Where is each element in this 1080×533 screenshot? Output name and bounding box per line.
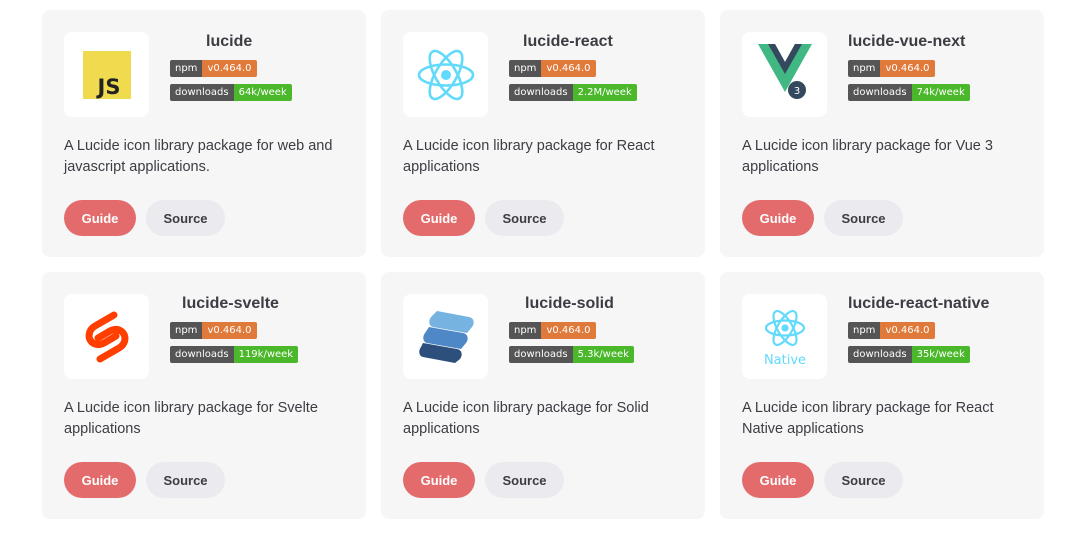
svg-text:3: 3 [793, 86, 799, 97]
package-description: A Lucide icon library package for Solid … [403, 400, 649, 437]
package-card-lucide-react-native: Native lucide-react-native npm v0.464.0 d… [720, 272, 1044, 519]
package-logo [64, 294, 149, 379]
svg-text:Native: Native [763, 353, 805, 368]
package-card-lucide-vue-next: 3 lucide-vue-next npm v0.464.0 downloads 7… [720, 10, 1044, 257]
svelte-logo-icon [85, 311, 128, 362]
package-logo [403, 294, 488, 379]
solid-logo-icon [418, 310, 474, 363]
npm-version-badge[interactable]: npm v0.464.0 [848, 60, 935, 77]
downloads-badge[interactable]: downloads 74k/week [848, 84, 970, 101]
source-button[interactable]: Source [146, 462, 225, 498]
package-logo: Native [742, 294, 827, 379]
package-card-lucide-svelte: lucide-svelte npm v0.464.0 downloads 119k/… [42, 272, 366, 519]
package-name: lucide [206, 33, 253, 50]
package-name: lucide-react [523, 33, 613, 50]
package-card-lucide-react: lucide-react npm v0.464.0 downloads 2.2M/w… [381, 10, 705, 257]
package-description: A Lucide icon library package for React … [403, 138, 655, 175]
guide-button[interactable]: Guide [742, 200, 814, 236]
downloads-badge[interactable]: downloads 2.2M/week [509, 84, 637, 101]
package-card-lucide-solid: lucide-solid npm v0.464.0 downloads 5.3k/w… [381, 272, 705, 519]
npm-version-badge[interactable]: npm v0.464.0 [170, 60, 257, 77]
package-description: A Lucide icon library package for Svelte… [64, 400, 318, 437]
react-logo-icon [417, 49, 474, 100]
source-button[interactable]: Source [146, 200, 225, 236]
package-logo: JS [64, 32, 149, 117]
npm-version-badge[interactable]: npm v0.464.0 [509, 60, 596, 77]
package-name: lucide-svelte [182, 295, 279, 312]
package-grid: JS lucide npm v0.464.0 downloads 64k/week … [42, 10, 1044, 519]
guide-button[interactable]: Guide [742, 462, 814, 498]
package-name: lucide-react-native [848, 295, 990, 312]
npm-version-badge[interactable]: npm v0.464.0 [509, 322, 596, 339]
package-logo: 3 [742, 32, 827, 117]
npm-version-badge[interactable]: npm v0.464.0 [848, 322, 935, 339]
guide-button[interactable]: Guide [403, 200, 475, 236]
source-button[interactable]: Source [485, 462, 564, 498]
package-card-lucide: JS lucide npm v0.464.0 downloads 64k/week … [42, 10, 366, 257]
downloads-badge[interactable]: downloads 35k/week [848, 346, 970, 363]
package-description: A Lucide icon library package for React … [742, 400, 994, 437]
vue-logo-icon: 3 [757, 43, 812, 99]
source-button[interactable]: Source [485, 200, 564, 236]
guide-button[interactable]: Guide [64, 462, 136, 498]
downloads-badge[interactable]: downloads 119k/week [170, 346, 299, 363]
package-name: lucide-vue-next [848, 33, 966, 50]
svg-text:JS: JS [95, 75, 120, 99]
npm-version-badge[interactable]: npm v0.464.0 [170, 322, 257, 339]
javascript-logo-icon: JS [82, 50, 131, 99]
guide-button[interactable]: Guide [64, 200, 136, 236]
source-button[interactable]: Source [824, 462, 903, 498]
package-name: lucide-solid [525, 295, 614, 312]
package-description: A Lucide icon library package for web an… [64, 138, 333, 175]
react-native-logo-icon: Native [763, 309, 806, 368]
package-description: A Lucide icon library package for Vue 3 … [742, 138, 993, 175]
package-logo [403, 32, 488, 117]
downloads-badge[interactable]: downloads 5.3k/week [509, 346, 634, 363]
source-button[interactable]: Source [824, 200, 903, 236]
guide-button[interactable]: Guide [403, 462, 475, 498]
downloads-badge[interactable]: downloads 64k/week [170, 84, 292, 101]
